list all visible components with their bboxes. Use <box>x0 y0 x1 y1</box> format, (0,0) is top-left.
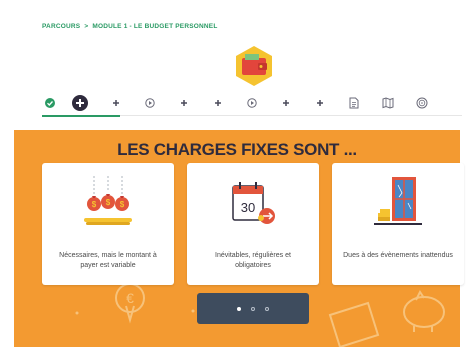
answer-card-3-text: Dues à des évènements inattendus <box>343 252 453 259</box>
svg-text:$: $ <box>106 198 111 207</box>
wallet-icon <box>232 44 276 88</box>
step-4-play-icon[interactable] <box>142 95 158 111</box>
step-11-map-icon[interactable] <box>380 95 396 111</box>
calendar-day-label: 30 <box>241 200 255 215</box>
step-10-document-icon[interactable] <box>346 95 362 111</box>
step-1-check-icon[interactable] <box>42 95 58 111</box>
pager-dot-2[interactable] <box>251 306 255 311</box>
header-area: PARCOURS > MODULE 1 - LE BUDGET PERSONNEL <box>14 0 462 130</box>
broken-window-icon <box>374 177 422 225</box>
breadcrumb-current: MODULE 1 - LE BUDGET PERSONNEL <box>92 23 218 30</box>
money-bags-icon: $ $ $ <box>84 176 132 225</box>
breadcrumb-separator: > <box>84 23 89 30</box>
step-5-plus-icon[interactable] <box>176 95 192 111</box>
step-6-plus-icon[interactable] <box>210 95 226 111</box>
paper-decoration-icon <box>328 301 380 347</box>
answer-card-1[interactable]: $ $ $ Nécessaires, mais le montant à pay… <box>42 163 174 285</box>
carousel-pager <box>197 293 309 324</box>
step-3-plus-icon[interactable] <box>108 95 124 111</box>
sparkle-decoration-icon <box>75 311 79 315</box>
answer-card-1-text: Nécessaires, mais le montant à payer est… <box>59 252 157 269</box>
progress-steps <box>42 92 466 118</box>
breadcrumb: PARCOURS > MODULE 1 - LE BUDGET PERSONNEL <box>42 23 218 30</box>
svg-text:$: $ <box>92 200 97 209</box>
step-7-play-icon[interactable] <box>244 95 260 111</box>
answer-card-2-text: Inévitables, régulières et obligatoires <box>215 252 291 269</box>
answer-card-2[interactable]: 30 Inévitables, régulières et obligatoir… <box>187 163 319 285</box>
sparkle-decoration-icon <box>191 309 195 313</box>
answer-card-3[interactable]: Dues à des évènements inattendus <box>332 163 464 285</box>
module-frame: PARCOURS > MODULE 1 - LE BUDGET PERSONNEL <box>14 0 464 347</box>
breadcrumb-root-link[interactable]: PARCOURS <box>42 23 80 30</box>
progress-fill <box>42 115 120 117</box>
step-9-plus-icon[interactable] <box>312 95 328 111</box>
svg-text:€: € <box>126 290 134 306</box>
pager-dot-1[interactable] <box>237 306 241 311</box>
step-12-quiz-icon[interactable] <box>414 95 430 111</box>
calendar-icon: 30 <box>232 182 275 224</box>
piggy-bank-decoration-icon <box>403 290 445 332</box>
coin-decoration-icon: € <box>115 283 145 324</box>
step-2-plus-icon[interactable] <box>72 95 88 111</box>
svg-text:$: $ <box>120 200 125 209</box>
pager-dot-3[interactable] <box>265 306 269 311</box>
section-title: LES CHARGES FIXES SONT ... <box>117 140 357 159</box>
step-8-plus-icon[interactable] <box>278 95 294 111</box>
